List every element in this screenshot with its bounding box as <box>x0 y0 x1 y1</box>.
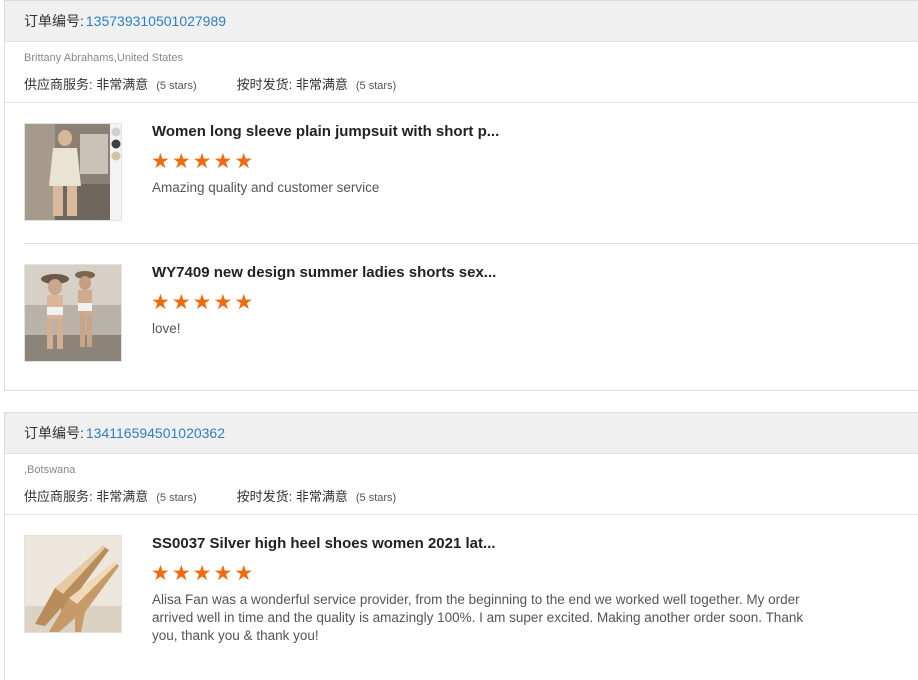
star-icon: ★ <box>213 562 233 585</box>
order-number-label: 订单编号: <box>24 13 84 29</box>
review-stars: ★ ★ ★ ★ ★ <box>151 563 253 585</box>
order-header: 订单编号: 134116594501020362 <box>5 413 918 454</box>
supplier-service-label: 供应商服务: <box>24 489 93 504</box>
supplier-service-stars: (5 stars) <box>156 80 197 92</box>
order-number-link[interactable]: 135739310501027989 <box>86 13 226 29</box>
review-comment: Amazing quality and customer service <box>152 180 380 195</box>
star-icon: ★ <box>234 150 254 173</box>
star-icon: ★ <box>213 291 233 314</box>
star-icon: ★ <box>234 562 254 585</box>
star-icon: ★ <box>171 150 191 173</box>
star-icon: ★ <box>213 150 233 173</box>
product-title[interactable]: SS0037 Silver high heel shoes women 2021… <box>152 535 495 552</box>
order-header: 订单编号: 135739310501027989 <box>5 1 918 42</box>
order-number-label: 订单编号: <box>24 425 84 441</box>
supplier-service-label: 供应商服务: <box>24 77 93 92</box>
review-stars: ★ ★ ★ ★ ★ <box>151 151 253 173</box>
star-icon: ★ <box>151 150 170 173</box>
star-icon: ★ <box>151 562 170 585</box>
on-time-shipping-value: 非常满意 <box>295 489 348 504</box>
star-icon: ★ <box>151 291 170 314</box>
on-time-shipping-label: 按时发货: <box>236 489 293 504</box>
on-time-shipping-label: 按时发货: <box>236 77 293 92</box>
star-icon: ★ <box>192 291 212 314</box>
star-icon: ★ <box>192 150 212 173</box>
buyer-info: ,Botswana <box>24 464 76 476</box>
buyer-info: Brittany Abrahams,United States <box>24 52 183 64</box>
seller-ratings: 供应商服务: 非常满意 (5 stars) 按时发货: 非常满意 (5 star… <box>5 66 918 98</box>
supplier-service-rating: 供应商服务: 非常满意 (5 stars) <box>24 74 197 98</box>
product-thumbnail[interactable] <box>24 535 122 633</box>
order-card: 订单编号: 134116594501020362 ,Botswana 供应商服务… <box>4 412 918 680</box>
on-time-shipping-rating: 按时发货: 非常满意 (5 stars) <box>237 486 397 510</box>
review-comment: Alisa Fan was a wonderful service provid… <box>152 592 804 643</box>
order-number-link[interactable]: 134116594501020362 <box>86 425 225 441</box>
supplier-service-value: 非常满意 <box>96 489 149 504</box>
on-time-shipping-stars: (5 stars) <box>355 492 397 504</box>
on-time-shipping-stars: (5 stars) <box>355 80 397 92</box>
review-stars: ★ ★ ★ ★ ★ <box>151 292 253 314</box>
review-comment: love! <box>152 321 181 336</box>
product-thumbnail[interactable] <box>24 123 122 221</box>
supplier-service-stars: (5 stars) <box>156 492 197 504</box>
review-item: SS0037 Silver high heel shoes women 2021… <box>24 515 918 655</box>
star-icon: ★ <box>171 562 191 585</box>
supplier-service-rating: 供应商服务: 非常满意 (5 stars) <box>24 486 197 510</box>
on-time-shipping-rating: 按时发货: 非常满意 (5 stars) <box>237 74 397 98</box>
product-thumbnail[interactable] <box>24 264 122 362</box>
order-card: 订单编号: 135739310501027989 Brittany Abraha… <box>4 0 918 391</box>
product-title[interactable]: WY7409 new design summer ladies shorts s… <box>152 264 496 281</box>
star-icon: ★ <box>171 291 191 314</box>
review-item: Women long sleeve plain jumpsuit with sh… <box>24 103 918 244</box>
seller-ratings: 供应商服务: 非常满意 (5 stars) 按时发货: 非常满意 (5 star… <box>5 478 918 510</box>
supplier-service-value: 非常满意 <box>96 77 149 92</box>
star-icon: ★ <box>192 562 212 585</box>
star-icon: ★ <box>234 291 254 314</box>
on-time-shipping-value: 非常满意 <box>295 77 348 92</box>
review-item: WY7409 new design summer ladies shorts s… <box>24 244 918 384</box>
product-title[interactable]: Women long sleeve plain jumpsuit with sh… <box>152 123 499 140</box>
